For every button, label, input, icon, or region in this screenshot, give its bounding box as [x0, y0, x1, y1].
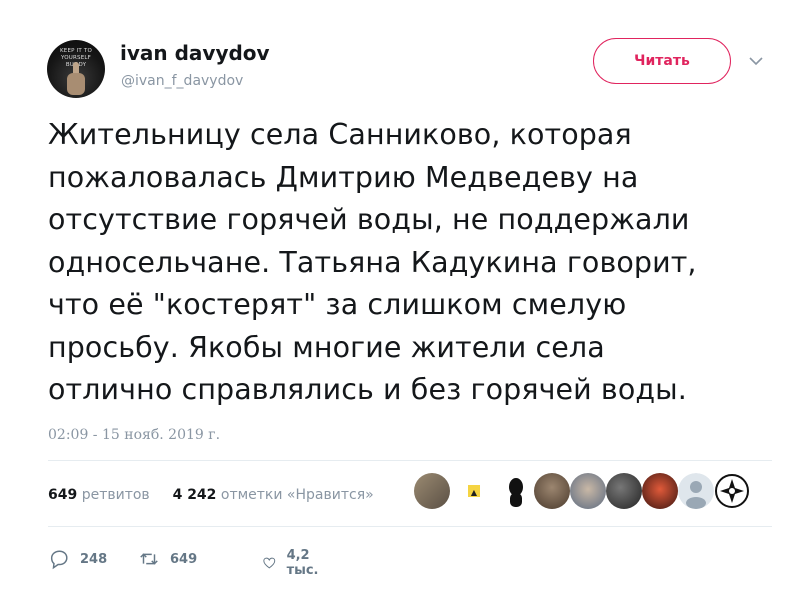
liker-avatar-3[interactable]: [498, 473, 534, 509]
chevron-down-icon[interactable]: [747, 54, 765, 68]
divider: [48, 526, 772, 527]
tweet-timestamp[interactable]: 02:09 - 15 нояб. 2019 г.: [48, 427, 220, 443]
liker-avatar-7[interactable]: [642, 473, 678, 509]
retweet-icon: [140, 553, 158, 565]
like-count: 4,2 тыс.: [286, 548, 319, 578]
divider: [48, 460, 772, 461]
like-button[interactable]: 4,2 тыс.: [262, 548, 326, 578]
liker-avatar-9[interactable]: [714, 473, 750, 509]
liker-avatar-2[interactable]: ▲: [456, 473, 492, 509]
retweets-count: 649: [48, 487, 78, 503]
liker-avatar-1[interactable]: [414, 473, 450, 509]
retweet-count: 649: [170, 551, 198, 567]
retweet-button[interactable]: 649: [138, 548, 197, 570]
hand-icon: [67, 62, 85, 95]
retweets-label: ретвитов: [81, 487, 150, 503]
reply-button[interactable]: 248: [48, 548, 107, 570]
user-handle[interactable]: @ivan_f_davydov: [121, 73, 243, 89]
svg-text:▲: ▲: [471, 488, 478, 497]
tweet-text: Жительницу села Санниково, которая пожал…: [48, 118, 697, 406]
likes-label: отметки «Нравится»: [220, 487, 374, 503]
reply-count: 248: [80, 551, 108, 567]
likes-stat[interactable]: 4 242 отметки «Нравится»: [173, 487, 374, 503]
liker-avatar-8[interactable]: [678, 473, 714, 509]
tweet-stats: 649 ретвитов 4 242 отметки «Нравится»: [48, 487, 374, 503]
tweet-header: KEEP IT TO YOURSELF BUDDY ivan davydov @…: [47, 36, 811, 106]
liker-avatar-5[interactable]: [570, 473, 606, 509]
user-name[interactable]: ivan davydov: [120, 41, 270, 65]
follow-button[interactable]: Читать: [593, 38, 731, 84]
liker-avatar-6[interactable]: [606, 473, 642, 509]
reply-icon: [50, 550, 68, 570]
retweets-stat[interactable]: 649 ретвитов: [48, 487, 154, 503]
heart-icon: [263, 557, 276, 569]
liker-avatar-4[interactable]: [534, 473, 570, 509]
likes-count: 4 242: [172, 487, 217, 503]
avatar[interactable]: KEEP IT TO YOURSELF BUDDY: [47, 40, 105, 98]
